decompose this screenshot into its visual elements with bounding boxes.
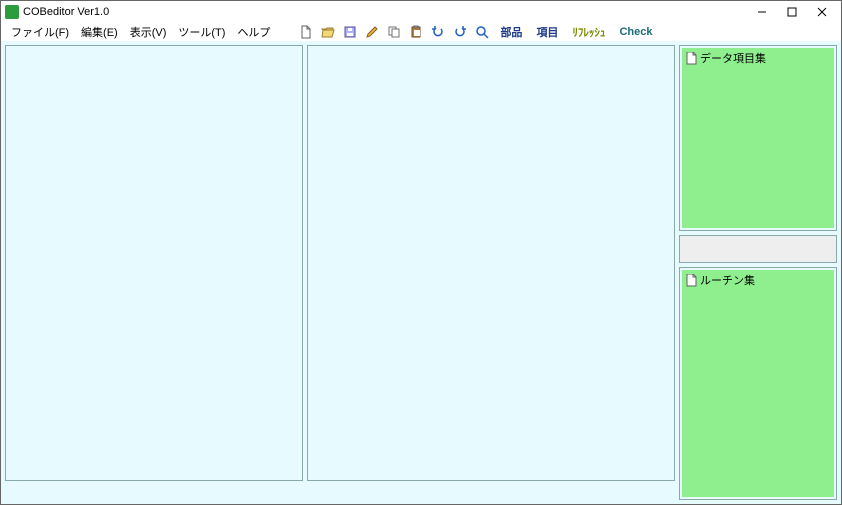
window-controls — [747, 1, 837, 23]
menu-file[interactable]: ファイル(F) — [5, 23, 75, 41]
undo-button[interactable] — [430, 24, 446, 40]
routines-header: ルーチン集 — [682, 270, 759, 290]
new-file-button[interactable] — [298, 24, 314, 40]
search-icon — [475, 25, 489, 39]
close-icon — [817, 7, 827, 17]
right-column: データ項目集 ルーチン集 — [679, 45, 837, 500]
redo-button[interactable] — [452, 24, 468, 40]
maximize-icon — [787, 7, 797, 17]
left-pane[interactable] — [5, 45, 303, 481]
menu-help[interactable]: ヘルプ — [231, 23, 276, 41]
pencil-button[interactable] — [364, 24, 380, 40]
center-pane[interactable] — [307, 45, 675, 481]
data-items-label: データ項目集 — [700, 50, 766, 66]
routines-label: ルーチン集 — [700, 272, 755, 288]
close-button[interactable] — [807, 1, 837, 23]
app-icon — [5, 5, 19, 19]
app-window: COBeditor Ver1.0 ファイル(F) 編集(E) 表示(V) ツール… — [0, 0, 842, 505]
menubar: ファイル(F) 編集(E) 表示(V) ツール(T) ヘルプ — [1, 23, 841, 41]
copy-icon — [387, 25, 401, 39]
data-items-panel[interactable]: データ項目集 — [679, 45, 837, 231]
titlebar: COBeditor Ver1.0 — [1, 1, 841, 23]
menu-edit[interactable]: 編集(E) — [75, 23, 124, 41]
check-button[interactable]: Check — [619, 26, 652, 38]
file-icon — [686, 52, 697, 65]
redo-icon — [453, 25, 467, 39]
data-items-body: データ項目集 — [682, 48, 834, 228]
undo-icon — [431, 25, 445, 39]
pencil-icon — [365, 25, 379, 39]
search-button[interactable] — [474, 24, 490, 40]
maximize-button[interactable] — [777, 1, 807, 23]
minimize-icon — [757, 7, 767, 17]
folder-open-icon — [321, 25, 335, 39]
refresh-button[interactable]: ﾘﾌﾚｯｼｭ — [572, 24, 605, 40]
toolbar: 部品 項目 ﾘﾌﾚｯｼｭ Check — [298, 24, 656, 40]
data-items-header: データ項目集 — [682, 48, 770, 68]
copy-button[interactable] — [386, 24, 402, 40]
routines-panel[interactable]: ルーチン集 — [679, 267, 837, 500]
paste-button[interactable] — [408, 24, 424, 40]
new-file-icon — [299, 25, 313, 39]
client-area: データ項目集 ルーチン集 — [1, 41, 841, 504]
open-button[interactable] — [320, 24, 336, 40]
clipboard-icon — [409, 25, 423, 39]
save-icon — [343, 25, 357, 39]
middle-gap-panel[interactable] — [679, 235, 837, 263]
minimize-button[interactable] — [747, 1, 777, 23]
file-icon — [686, 274, 697, 287]
item-button[interactable]: 項目 — [536, 24, 558, 40]
parts-button[interactable]: 部品 — [500, 24, 522, 40]
menu-tool[interactable]: ツール(T) — [172, 23, 231, 41]
menu-view[interactable]: 表示(V) — [124, 23, 173, 41]
routines-body: ルーチン集 — [682, 270, 834, 497]
window-title: COBeditor Ver1.0 — [23, 6, 747, 18]
save-button[interactable] — [342, 24, 358, 40]
